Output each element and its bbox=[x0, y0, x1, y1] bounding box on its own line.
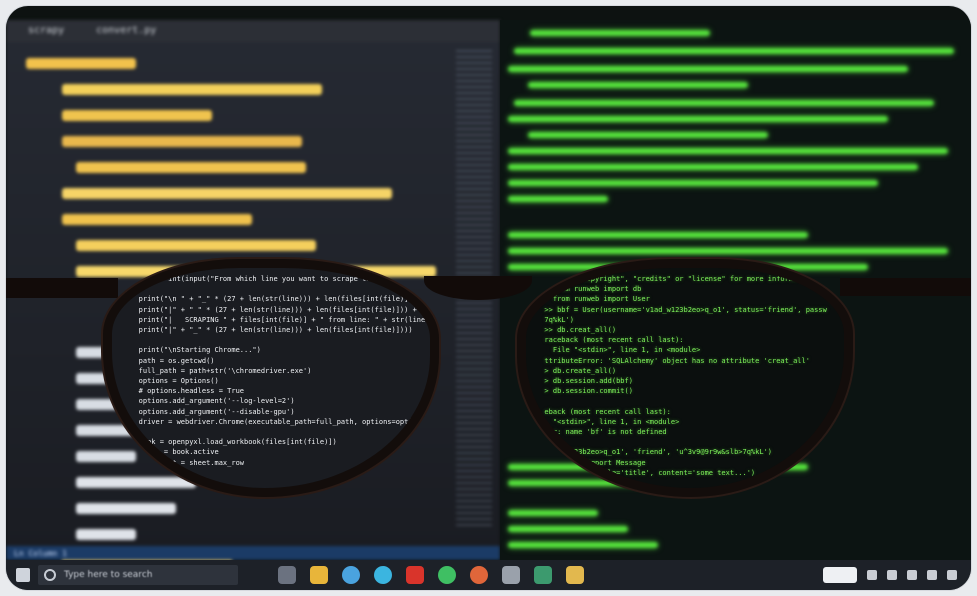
code-text-line: # options.headless = True bbox=[126, 387, 245, 396]
code-text-line: options.add_argument('--disable-gpu') bbox=[126, 407, 295, 416]
right-lens-code: help", "copyright", "credits" or "licens… bbox=[526, 268, 844, 478]
windows-start-icon[interactable] bbox=[16, 568, 30, 582]
code-text-line: ad_w123b2eo>q_o1', 'friend', 'u^3v9@9r9w… bbox=[536, 448, 773, 457]
code-text-line bbox=[126, 468, 430, 478]
code-text-line: > db.create_all() bbox=[536, 366, 617, 375]
code-text-line: Message(title='title', content='some tex… bbox=[536, 468, 756, 477]
code-text-line: path = os.getcwd() bbox=[126, 356, 215, 365]
code-text-line: raceback (most recent call last): bbox=[536, 336, 684, 345]
code-text-line: from runweb import User bbox=[536, 295, 650, 304]
code-text-line: "<stdin>", line 1, in <module> bbox=[536, 417, 680, 426]
code-text-line bbox=[126, 335, 430, 345]
chrome-icon[interactable] bbox=[438, 566, 456, 584]
code-text-line: print("\n " + "_" * (27 + len(str(line))… bbox=[126, 295, 422, 304]
code-text-line: 7q%kL') bbox=[536, 315, 574, 324]
code-text-line bbox=[126, 427, 430, 437]
glasses-right-temple bbox=[840, 278, 971, 296]
task-view-icon[interactable] bbox=[278, 566, 296, 584]
app-icon-grey[interactable] bbox=[502, 566, 520, 584]
left-lens: line = int(input("From which line you wa… bbox=[112, 268, 430, 488]
network-icon[interactable] bbox=[887, 570, 897, 580]
tray-widget[interactable] bbox=[823, 567, 857, 583]
code-text-line: options = Options() bbox=[126, 377, 219, 386]
code-text-line: >> bbf = User(username='v1ad_w123b2eo>q_… bbox=[536, 305, 827, 314]
photo-frame: scrapy convert.py Ln Column 1 line = int… bbox=[6, 6, 971, 590]
glasses-bridge bbox=[424, 276, 532, 300]
system-tray bbox=[823, 567, 957, 583]
eyeglasses: line = int(input("From which line you wa… bbox=[6, 6, 971, 590]
app-icon-red[interactable] bbox=[406, 566, 424, 584]
file-explorer-icon[interactable] bbox=[310, 566, 328, 584]
left-lens-code: line = int(input("From which line you wa… bbox=[112, 268, 430, 488]
code-text-line: driver = webdriver.Chrome(executable_pat… bbox=[126, 417, 422, 426]
code-text-line: ttributeError: 'SQLAlchemy' object has n… bbox=[536, 356, 810, 365]
code-text-line: help", "copyright", "credits" or "licens… bbox=[536, 275, 798, 283]
taskbar: Type here to search bbox=[6, 560, 971, 590]
taskbar-app-icons bbox=[278, 566, 584, 584]
code-text-line: runweb import Message bbox=[536, 458, 646, 467]
battery-icon[interactable] bbox=[927, 570, 937, 580]
chevron-up-icon[interactable] bbox=[867, 570, 877, 580]
code-text-line: > db.session.add(bbf) bbox=[536, 377, 633, 386]
code-text-line: options.add_argument('--log-level=2') bbox=[126, 397, 295, 406]
notification-icon[interactable] bbox=[947, 570, 957, 580]
taskbar-search-box[interactable]: Type here to search bbox=[38, 565, 238, 585]
edge-icon[interactable] bbox=[374, 566, 392, 584]
code-text-line: print("|" + " " * (27 + len(str(line))) … bbox=[126, 305, 430, 314]
code-text-line: > db.session.commit() bbox=[536, 387, 633, 396]
volume-icon[interactable] bbox=[907, 570, 917, 580]
code-text-line: line = int(input("From which line you wa… bbox=[126, 275, 417, 283]
code-text-line: >> db.creat_all() bbox=[536, 326, 617, 335]
glasses-left-temple bbox=[6, 278, 118, 298]
code-text-line: + = 0 bbox=[126, 479, 173, 488]
code-text-line: from runweb import db bbox=[536, 285, 642, 294]
code-text-line: print("\nStarting Chrome...") bbox=[126, 346, 261, 355]
code-text-line: sheet = book.active bbox=[126, 448, 219, 457]
code-text-line: File "<stdin>", line 1, in <module> bbox=[536, 346, 701, 355]
code-text-line: print("|" + "_" * (27 + len(str(line))) … bbox=[126, 326, 413, 335]
search-placeholder: Type here to search bbox=[64, 570, 153, 580]
code-text-line: eback (most recent call last): bbox=[536, 407, 671, 416]
code-text-line bbox=[536, 396, 844, 406]
code-text-line: row_count = sheet.max_row bbox=[126, 458, 245, 467]
code-text-line bbox=[536, 437, 844, 447]
code-text-line: book = openpyxl.load_workbook(files[int(… bbox=[126, 438, 337, 447]
code-text-line: print("| SCRAPING " + files[int(file)] +… bbox=[126, 315, 430, 324]
code-text-line: full_path = path+str('\chromedriver.exe'… bbox=[126, 366, 312, 375]
python-icon[interactable] bbox=[566, 566, 584, 584]
browser-icon[interactable] bbox=[342, 566, 360, 584]
code-text-line: ror: name 'bf' is not defined bbox=[536, 428, 667, 437]
firefox-icon[interactable] bbox=[470, 566, 488, 584]
editor-app-icon[interactable] bbox=[534, 566, 552, 584]
search-icon bbox=[44, 569, 56, 581]
code-text-line bbox=[126, 284, 430, 294]
right-lens: help", "copyright", "credits" or "licens… bbox=[526, 268, 844, 488]
